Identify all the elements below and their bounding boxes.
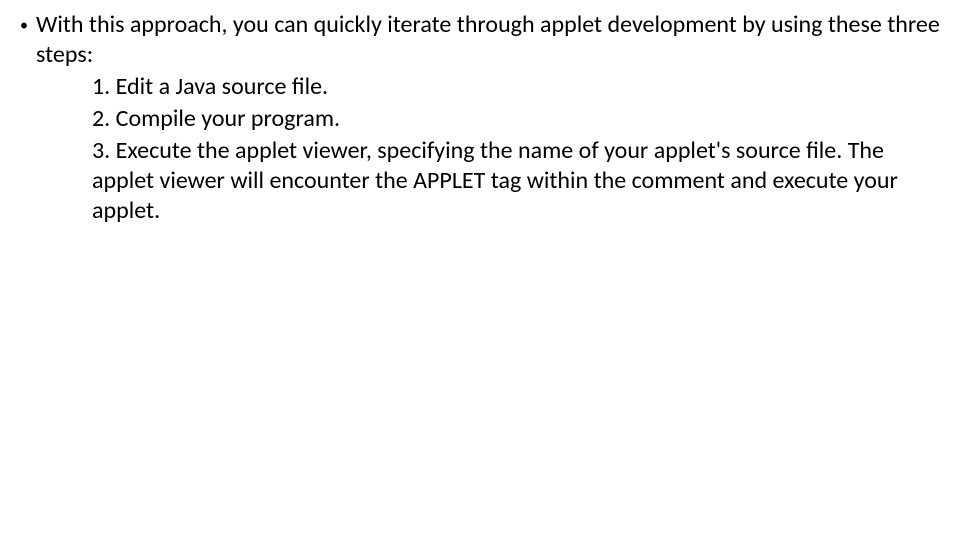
step-item: 1. Edit a Java source file. bbox=[92, 72, 940, 102]
step-item: 3. Execute the applet viewer, specifying… bbox=[92, 136, 940, 226]
step-item: 2. Compile your program. bbox=[92, 104, 940, 134]
bullet-marker: • bbox=[20, 10, 36, 36]
intro-text: With this approach, you can quickly iter… bbox=[36, 10, 940, 70]
steps-list: 1. Edit a Java source file. 2. Compile y… bbox=[92, 72, 940, 226]
bullet-item: • With this approach, you can quickly it… bbox=[20, 10, 940, 70]
